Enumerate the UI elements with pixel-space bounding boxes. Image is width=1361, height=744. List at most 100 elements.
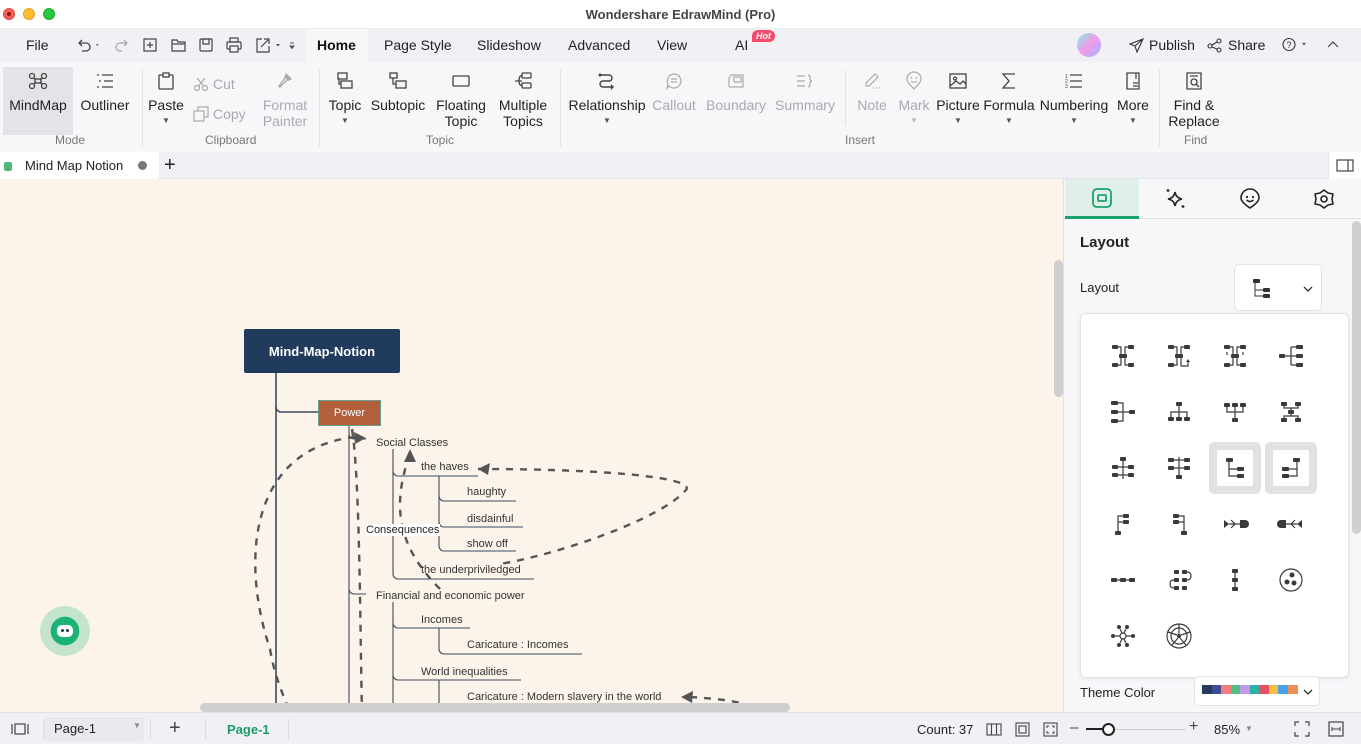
ai-assistant-button[interactable] [40, 606, 90, 656]
topic-the-haves[interactable]: the haves [421, 461, 469, 473]
layout-option-right-map[interactable] [1265, 330, 1317, 382]
add-tab-button[interactable]: + [164, 154, 176, 177]
layout-option-timeline-winding[interactable] [1153, 554, 1205, 606]
layout-option-timeline-horizontal[interactable] [1097, 554, 1149, 606]
layout-option-sector[interactable] [1097, 610, 1149, 662]
book-view-button[interactable] [986, 722, 1002, 739]
page-panel-toggle[interactable] [10, 721, 30, 740]
add-page-button[interactable]: + [169, 717, 181, 740]
topic-button[interactable]: Topic ▼ [325, 67, 365, 129]
tab-slideshow[interactable]: Slideshow [477, 37, 541, 53]
topic-social-classes[interactable]: Social Classes [376, 437, 448, 449]
topic-world-inequalities[interactable]: World inequalities [421, 666, 508, 678]
layout-option-org-chart-up[interactable] [1209, 386, 1261, 438]
layout-option-circular[interactable] [1153, 610, 1205, 662]
layout-option-fishbone-left[interactable] [1265, 498, 1317, 550]
canvas-horizontal-scrollbar[interactable] [200, 703, 790, 712]
layout-option-timeline-vertical[interactable] [1209, 554, 1261, 606]
multiple-topics-button[interactable]: Multiple Topics [494, 67, 552, 129]
relationship-dropdown-icon[interactable]: ▼ [566, 113, 648, 129]
copy-button[interactable]: Copy [193, 106, 246, 122]
mark-button[interactable]: Mark ▼ [896, 67, 932, 129]
format-painter-button[interactable]: Format Painter [258, 67, 312, 129]
topic-haughty[interactable]: haughty [467, 486, 506, 498]
style-tab[interactable] [1139, 179, 1213, 219]
zoom-level[interactable]: 85% [1214, 722, 1240, 737]
publish-button[interactable]: Publish [1129, 37, 1195, 53]
tab-view[interactable]: View [657, 37, 687, 53]
paste-button[interactable]: Paste ▼ [146, 67, 186, 129]
outliner-mode-button[interactable]: Outliner [76, 67, 134, 113]
fit-width-button[interactable] [1328, 721, 1344, 740]
topic-underprivileged[interactable]: the underpriviledged [421, 564, 521, 576]
layout-option-mind-map-clockwise[interactable] [1153, 330, 1205, 382]
file-menu[interactable]: File [26, 37, 49, 53]
zoom-out-button[interactable]: – [1070, 719, 1078, 736]
numbering-button[interactable]: 123 Numbering ▼ [1038, 67, 1110, 129]
topic-caricature-slavery[interactable]: Caricature : Modern slavery in the world [467, 691, 661, 703]
mark-dropdown-icon[interactable]: ▼ [896, 113, 932, 129]
layout-option-tree-left-up[interactable] [1153, 498, 1205, 550]
layout-tab[interactable] [1065, 179, 1139, 219]
page-tab-active[interactable]: Page-1 [227, 722, 270, 737]
find-replace-button[interactable]: Find & Replace [1164, 67, 1224, 129]
theme-tab[interactable] [1287, 179, 1361, 219]
icon-tab[interactable] [1213, 179, 1287, 219]
topic-financial-power[interactable]: Financial and economic power [376, 590, 525, 602]
topic-show-off[interactable]: show off [467, 538, 508, 550]
tab-page-style[interactable]: Page Style [384, 37, 452, 53]
save-icon[interactable] [199, 38, 213, 52]
canvas-vertical-scrollbar[interactable] [1054, 260, 1063, 397]
layout-option-left-map[interactable] [1097, 386, 1149, 438]
picture-dropdown-icon[interactable]: ▼ [935, 113, 981, 129]
more-button[interactable]: More ▼ [1113, 67, 1153, 129]
fit-page-button[interactable] [1015, 722, 1030, 740]
page-select[interactable]: Page-1 ▼ [44, 717, 144, 741]
open-icon[interactable] [171, 38, 186, 52]
layout-option-horizontal-tree[interactable] [1265, 386, 1317, 438]
fit-screen-button[interactable] [1043, 722, 1058, 740]
formula-dropdown-icon[interactable]: ▼ [983, 113, 1035, 129]
redo-icon[interactable] [115, 38, 129, 52]
formula-button[interactable]: Formula ▼ [983, 67, 1035, 129]
fullscreen-button[interactable] [1294, 721, 1310, 740]
layout-option-tree-table-center[interactable] [1097, 442, 1149, 494]
cut-button[interactable]: Cut [193, 76, 235, 92]
boundary-button[interactable]: Boundary [704, 67, 768, 113]
tab-ai[interactable]: AI [735, 37, 748, 53]
theme-color-select[interactable] [1194, 676, 1320, 706]
layout-option-tree-left[interactable] [1265, 442, 1317, 494]
topic-caricature-incomes[interactable]: Caricature : Incomes [467, 639, 568, 651]
unsaved-indicator[interactable] [138, 161, 147, 170]
new-icon[interactable] [143, 38, 157, 52]
zoom-in-button[interactable]: + [1189, 718, 1198, 736]
zoom-slider-handle[interactable] [1102, 723, 1115, 736]
zoom-dropdown-icon[interactable]: ▼ [1245, 724, 1253, 733]
subtopic-button[interactable]: Subtopic [368, 67, 428, 113]
mindmap-canvas[interactable]: Mind-Map-Notion Power Social Classes the… [0, 179, 1063, 712]
tab-advanced[interactable]: Advanced [568, 37, 630, 53]
layout-option-org-chart-down[interactable] [1153, 386, 1205, 438]
note-button[interactable]: Note [852, 67, 892, 113]
layout-option-tree-right-up[interactable] [1097, 498, 1149, 550]
relationship-label[interactable]: Consequences [365, 524, 441, 536]
more-dropdown-icon[interactable]: ▼ [1113, 113, 1153, 129]
print-icon[interactable] [226, 37, 242, 53]
tab-home[interactable]: Home [306, 29, 368, 62]
callout-button[interactable]: Callout [650, 67, 698, 113]
user-avatar[interactable] [1077, 33, 1101, 57]
numbering-dropdown-icon[interactable]: ▼ [1038, 113, 1110, 129]
layout-option-bubble[interactable] [1265, 554, 1317, 606]
layout-option-fishbone-right[interactable] [1209, 498, 1261, 550]
layout-select[interactable] [1234, 264, 1322, 311]
undo-icon[interactable] [76, 38, 100, 52]
help-button[interactable]: ? [1282, 37, 1310, 52]
topic-incomes[interactable]: Incomes [421, 614, 463, 626]
topic-dropdown-icon[interactable]: ▼ [325, 113, 365, 129]
layout-option-mind-map-balanced[interactable] [1209, 330, 1261, 382]
relationship-button[interactable]: Relationship ▼ [566, 67, 648, 129]
root-topic[interactable]: Mind-Map-Notion [244, 329, 400, 373]
export-icon[interactable] [255, 37, 295, 53]
picture-button[interactable]: Picture ▼ [935, 67, 981, 129]
layout-option-tree-right[interactable] [1209, 442, 1261, 494]
